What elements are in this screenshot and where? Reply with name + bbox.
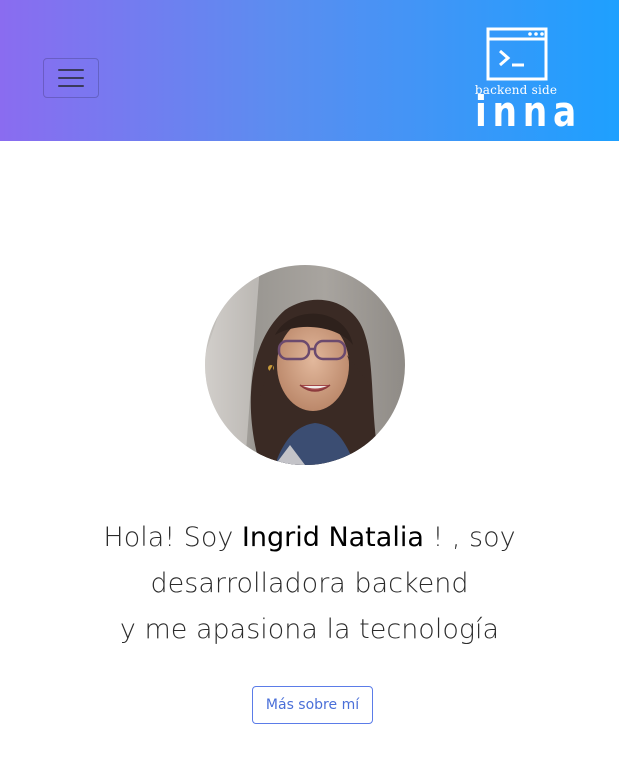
author-name: Ingrid Natalia — [241, 522, 424, 553]
terminal-window-icon — [486, 27, 548, 81]
menu-toggle-button[interactable] — [43, 58, 99, 98]
intro-text: Hola! Soy Ingrid Natalia ! , soy desarro… — [0, 515, 619, 653]
intro-line-3: y me apasiona la tecnología — [119, 614, 500, 645]
intro-line-1: Hola! Soy Ingrid Natalia ! , soy — [103, 522, 516, 553]
hamburger-menu-icon — [58, 69, 84, 71]
more-about-me-button[interactable]: Más sobre mí — [252, 686, 373, 724]
profile-photo — [205, 265, 405, 465]
brand-logo[interactable]: backend side inna — [466, 27, 583, 136]
intro-line-2: desarrolladora backend — [150, 568, 469, 599]
profile-photo-avatar — [205, 265, 405, 465]
top-navbar: backend side inna — [0, 0, 619, 141]
brand-wordmark: inna — [475, 87, 583, 136]
